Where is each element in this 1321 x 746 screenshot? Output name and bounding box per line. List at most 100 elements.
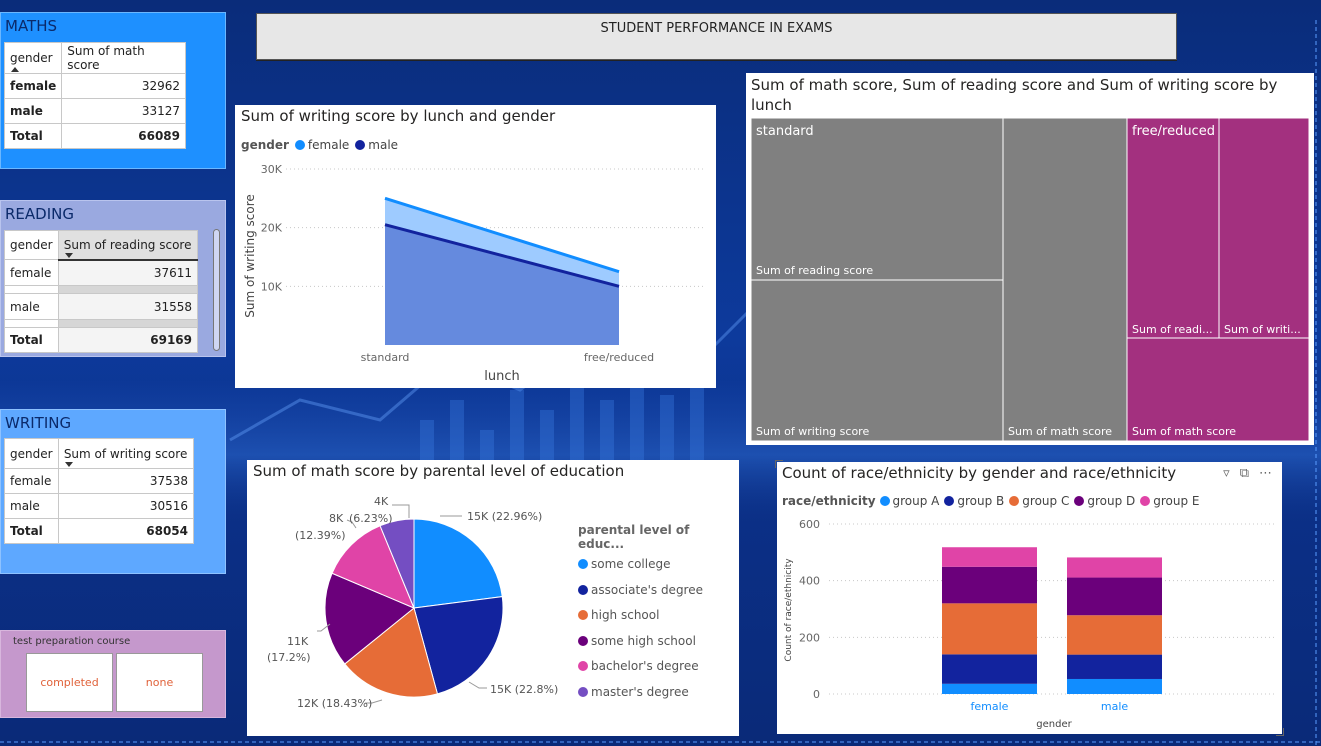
stacked-bar-plot: 600 400 200 0 female male gender Count of race/… xyxy=(784,518,1274,730)
y-tick-label: 400 xyxy=(799,575,820,588)
pie-label-associates: 15K (22.8%) xyxy=(490,683,558,696)
race-ethnicity-by-gender-chart[interactable]: Count of race/ethnicity by gender and ra… xyxy=(775,460,1284,736)
slicer-option-none[interactable]: none xyxy=(116,653,203,712)
bar-male-group-A xyxy=(1067,678,1162,694)
tile-label-std-math: Sum of math score xyxy=(1008,425,1112,438)
legend-item[interactable]: some college xyxy=(578,557,739,583)
legend-title: parental level of educ... xyxy=(578,523,690,551)
legend-dot xyxy=(578,686,588,697)
reading-table: gender Sum of reading score female 37611 … xyxy=(4,230,199,353)
slicer-option-completed[interactable]: completed xyxy=(26,653,113,712)
bar-male-group-E xyxy=(1067,557,1162,578)
pie-label-bachelors-value: 8K xyxy=(329,512,344,525)
report-header: STUDENT PERFORMANCE IN EXAMS xyxy=(256,13,1177,60)
legend-dot xyxy=(578,610,588,620)
area-chart-plot: 30K 20K 10K standard free/reduced lunch Sum of… xyxy=(243,163,706,384)
tile-label-fr-writing: Sum of writi... xyxy=(1224,323,1301,336)
maths-card: MATHS gender Sum of math score female 329… xyxy=(0,12,226,169)
legend-dot xyxy=(578,635,588,646)
pie-label-masters-pct: (6.23%) xyxy=(349,512,393,525)
reading-title: READING xyxy=(5,205,74,223)
tile-std-math xyxy=(1002,117,1128,442)
bar-female-group-D xyxy=(942,566,1037,604)
y-axis-title: Sum of writing score xyxy=(243,194,257,318)
bar-male-group-C xyxy=(1067,615,1162,655)
tile-fr-writing xyxy=(1218,117,1310,339)
tile-std-reading xyxy=(750,117,1004,281)
writing-card: WRITING gender Sum of writing score fema… xyxy=(0,409,226,574)
legend-item[interactable]: high school xyxy=(578,608,739,634)
legend-label: high school xyxy=(591,608,660,622)
tile-label-fr-math: Sum of math score xyxy=(1132,425,1236,438)
table-row[interactable]: female 32962 xyxy=(3,73,186,99)
maths-title: MATHS xyxy=(5,17,58,35)
legend-dot xyxy=(578,559,588,569)
legend-item[interactable]: bachelor's degree xyxy=(578,659,739,685)
bar-female-group-A xyxy=(942,683,1037,694)
tile-label-std-writing: Sum of writing score xyxy=(756,425,869,438)
table-scrollbar[interactable] xyxy=(213,229,220,351)
legend-dot xyxy=(578,661,588,671)
legend-label: bachelor's degree xyxy=(591,659,699,673)
x-tick-label: free/reduced xyxy=(584,351,654,364)
pie-slice-some-college xyxy=(413,518,503,609)
legend-label: some high school xyxy=(591,633,696,648)
pie-legend: parental level of educ... some college as… xyxy=(578,523,739,710)
y-tick-label: 600 xyxy=(799,518,820,531)
column-header-reading-score[interactable]: Sum of reading score xyxy=(57,230,199,261)
table-row[interactable]: female 37538 xyxy=(4,468,195,494)
table-total-row: Total 68054 xyxy=(4,518,195,544)
page-title: STUDENT PERFORMANCE IN EXAMS xyxy=(600,21,833,36)
legend-label: some college xyxy=(591,557,671,571)
tile-std-writing xyxy=(750,279,1004,442)
treemap-visual[interactable]: Sum of math score, Sum of reading score … xyxy=(746,73,1314,445)
legend-item[interactable]: associate's degree xyxy=(578,583,739,609)
treemap-plot: standard free/reduced Sum of reading sco… xyxy=(750,117,1310,442)
y-tick-label: 10K xyxy=(261,280,283,293)
table-row[interactable]: male 33127 xyxy=(3,98,186,124)
pie-label-masters-value: 4K xyxy=(374,495,389,508)
tile-label-std-reading: Sum of reading score xyxy=(756,264,873,277)
legend-dot xyxy=(578,584,588,595)
tile-fr-reading xyxy=(1126,117,1220,339)
maths-table: gender Sum of math score female 32962 mal… xyxy=(3,42,186,149)
writing-title: WRITING xyxy=(5,414,72,432)
y-tick-label: 0 xyxy=(813,688,820,701)
resize-handle[interactable] xyxy=(775,460,783,468)
column-header-gender[interactable]: gender xyxy=(3,42,63,74)
table-row[interactable]: male 31558 xyxy=(4,293,199,320)
pie-label-some-high-school-pct: (17.2%) xyxy=(267,651,311,664)
slicer-title: test preparation course xyxy=(13,636,131,647)
test-prep-slicer: test preparation course completed none xyxy=(0,630,226,718)
tile-label-fr-reading: Sum of readi... xyxy=(1132,323,1213,336)
y-tick-label: 30K xyxy=(261,163,283,176)
legend-label: master's degree xyxy=(591,684,689,699)
writing-by-lunch-chart[interactable]: Sum of writing score by lunch and gender… xyxy=(235,105,716,388)
column-header-gender[interactable]: gender xyxy=(4,230,59,260)
table-row[interactable]: male 30516 xyxy=(4,493,195,519)
x-tick-label: female xyxy=(971,700,1009,713)
column-header-gender[interactable]: gender xyxy=(4,438,59,469)
table-total-row: Total 66089 xyxy=(3,123,186,149)
legend-label: associate's degree xyxy=(591,582,703,597)
pie-chart-plot: 15K (22.96%) 15K (22.8%) 12K (18.43%) 11… xyxy=(267,495,558,710)
bar-male-group-B xyxy=(1067,654,1162,679)
sort-ascending-icon xyxy=(11,67,19,72)
bar-female-group-C xyxy=(942,603,1037,655)
x-axis-title: gender xyxy=(1036,719,1072,730)
y-axis-title: Count of race/ethnicity xyxy=(784,558,794,662)
legend-item[interactable]: master's degree xyxy=(578,685,739,711)
pie-label-bachelors-pct: (12.39%) xyxy=(295,529,346,542)
column-header-writing-score[interactable]: Sum of writing score xyxy=(57,438,195,469)
legend-item[interactable]: some high school xyxy=(578,634,739,660)
group-label-standard: standard xyxy=(756,124,814,139)
column-header-math-score[interactable]: Sum of math score xyxy=(61,42,186,74)
resize-handle[interactable] xyxy=(1276,728,1284,736)
table-row[interactable]: female 37611 xyxy=(4,259,199,286)
reading-card: READING gender Sum of reading score fema… xyxy=(0,200,226,357)
y-tick-label: 200 xyxy=(799,631,820,644)
math-by-parental-education-chart[interactable]: Sum of math score by parental level of e… xyxy=(247,460,739,736)
y-tick-label: 20K xyxy=(261,222,283,235)
x-tick-label: male xyxy=(1101,700,1129,713)
bar-male-group-D xyxy=(1067,577,1162,616)
